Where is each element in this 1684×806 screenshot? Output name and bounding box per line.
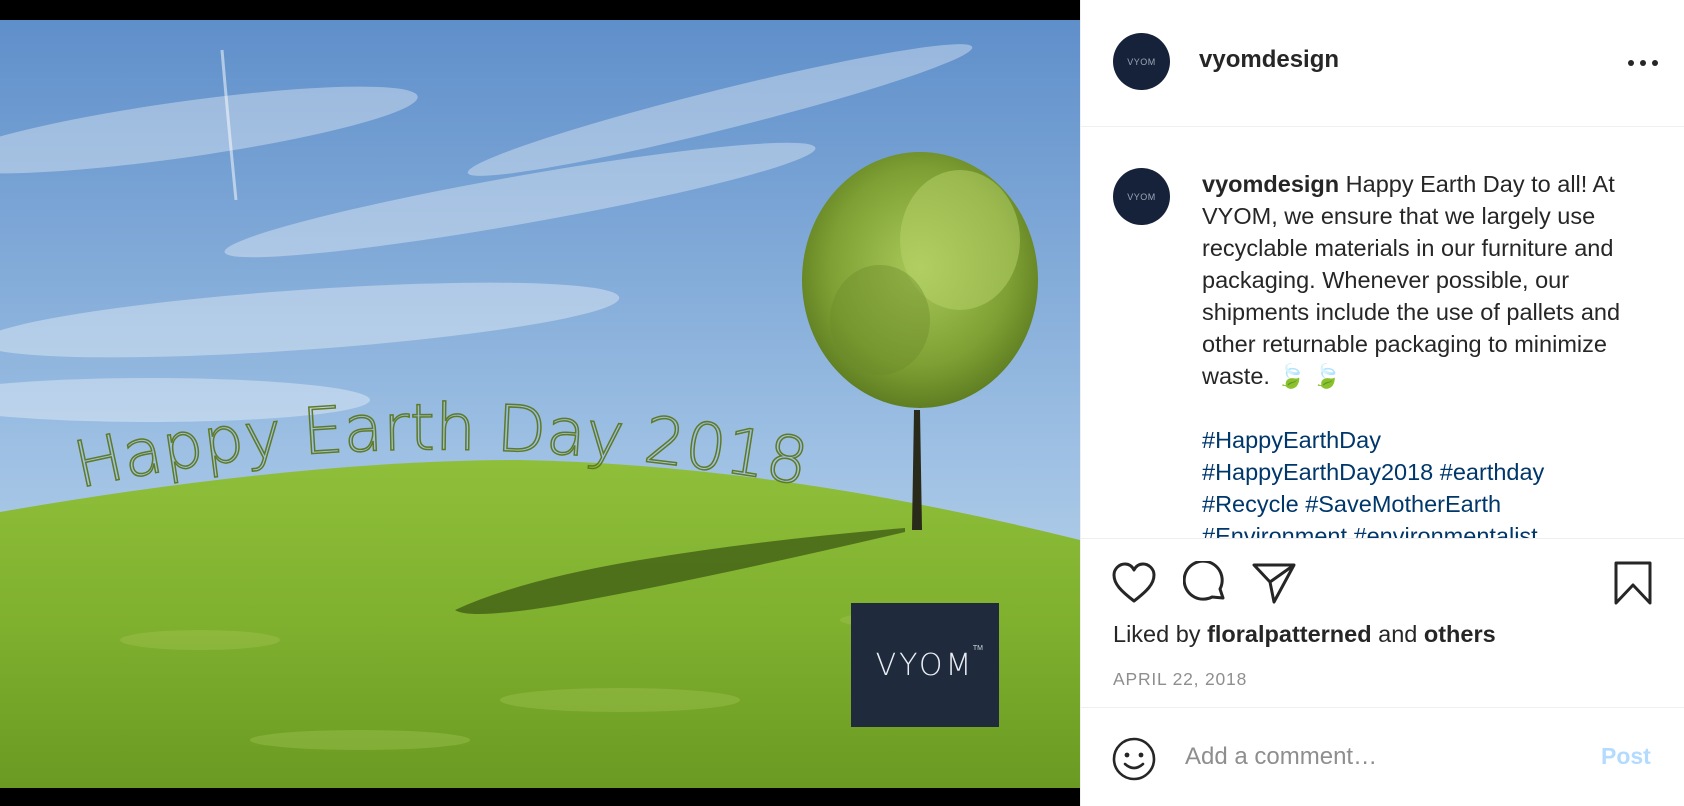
brand-logo-badge: VYOM TM xyxy=(851,603,999,727)
share-icon xyxy=(1252,563,1296,604)
comment-input[interactable] xyxy=(1185,736,1585,778)
caption-username[interactable]: vyomdesign xyxy=(1202,171,1339,197)
author-username[interactable]: vyomdesign xyxy=(1199,46,1339,74)
trademark-mark: TM xyxy=(972,645,983,652)
caption-body: Happy Earth Day to all! At VYOM, we ensu… xyxy=(1202,171,1621,389)
bookmark-icon xyxy=(1614,561,1652,605)
emoji-icon xyxy=(1112,737,1156,781)
caption-section: VYOM vyomdesign Happy Earth Day to all! … xyxy=(1081,128,1684,538)
liked-by-others[interactable]: others xyxy=(1424,621,1496,647)
more-options-button[interactable] xyxy=(1625,50,1661,74)
likes-summary: Liked by floralpatterned and others xyxy=(1113,621,1496,647)
hashtag-link[interactable]: #environmentalist xyxy=(1354,523,1538,538)
like-button[interactable] xyxy=(1111,561,1157,605)
hashtag-link[interactable]: #HappyEarthDay2018 xyxy=(1202,459,1433,485)
hashtag-link[interactable]: #earthday xyxy=(1440,459,1545,485)
hashtag-link[interactable]: #Environment xyxy=(1202,523,1347,538)
post-header: VYOM vyomdesign xyxy=(1081,0,1684,127)
hashtag-link[interactable]: #Recycle xyxy=(1202,491,1299,517)
share-button[interactable] xyxy=(1251,561,1297,605)
caption-avatar[interactable]: VYOM xyxy=(1113,168,1170,225)
heart-icon xyxy=(1112,562,1156,603)
emoji-button[interactable] xyxy=(1111,736,1157,787)
comment-icon xyxy=(1183,561,1225,601)
hashtag-link[interactable]: #SaveMotherEarth xyxy=(1305,491,1501,517)
post-sidebar: VYOM vyomdesign VYOM vyomdesign Happy Ea… xyxy=(1080,0,1684,806)
post-comment-button[interactable]: Post xyxy=(1601,743,1651,770)
post-media[interactable]: Happy Earth Day 2018 VYOM TM xyxy=(0,0,1080,806)
post-date[interactable]: APRIL 22, 2018 xyxy=(1113,669,1247,690)
post-actions: Liked by floralpatterned and others APRI… xyxy=(1081,538,1684,708)
liked-by-user[interactable]: floralpatterned xyxy=(1207,621,1372,647)
hashtag-link[interactable]: #HappyEarthDay xyxy=(1202,427,1381,453)
caption-text: vyomdesign Happy Earth Day to all! At VY… xyxy=(1202,168,1652,538)
save-button[interactable] xyxy=(1613,561,1653,605)
brand-logo-text: VYOM xyxy=(875,647,975,683)
author-avatar[interactable]: VYOM xyxy=(1113,33,1170,90)
comment-bar: Post xyxy=(1081,708,1684,806)
comment-button[interactable] xyxy=(1183,561,1229,605)
hashtag-list: #HappyEarthDay #HappyEarthDay2018 #earth… xyxy=(1202,424,1652,538)
